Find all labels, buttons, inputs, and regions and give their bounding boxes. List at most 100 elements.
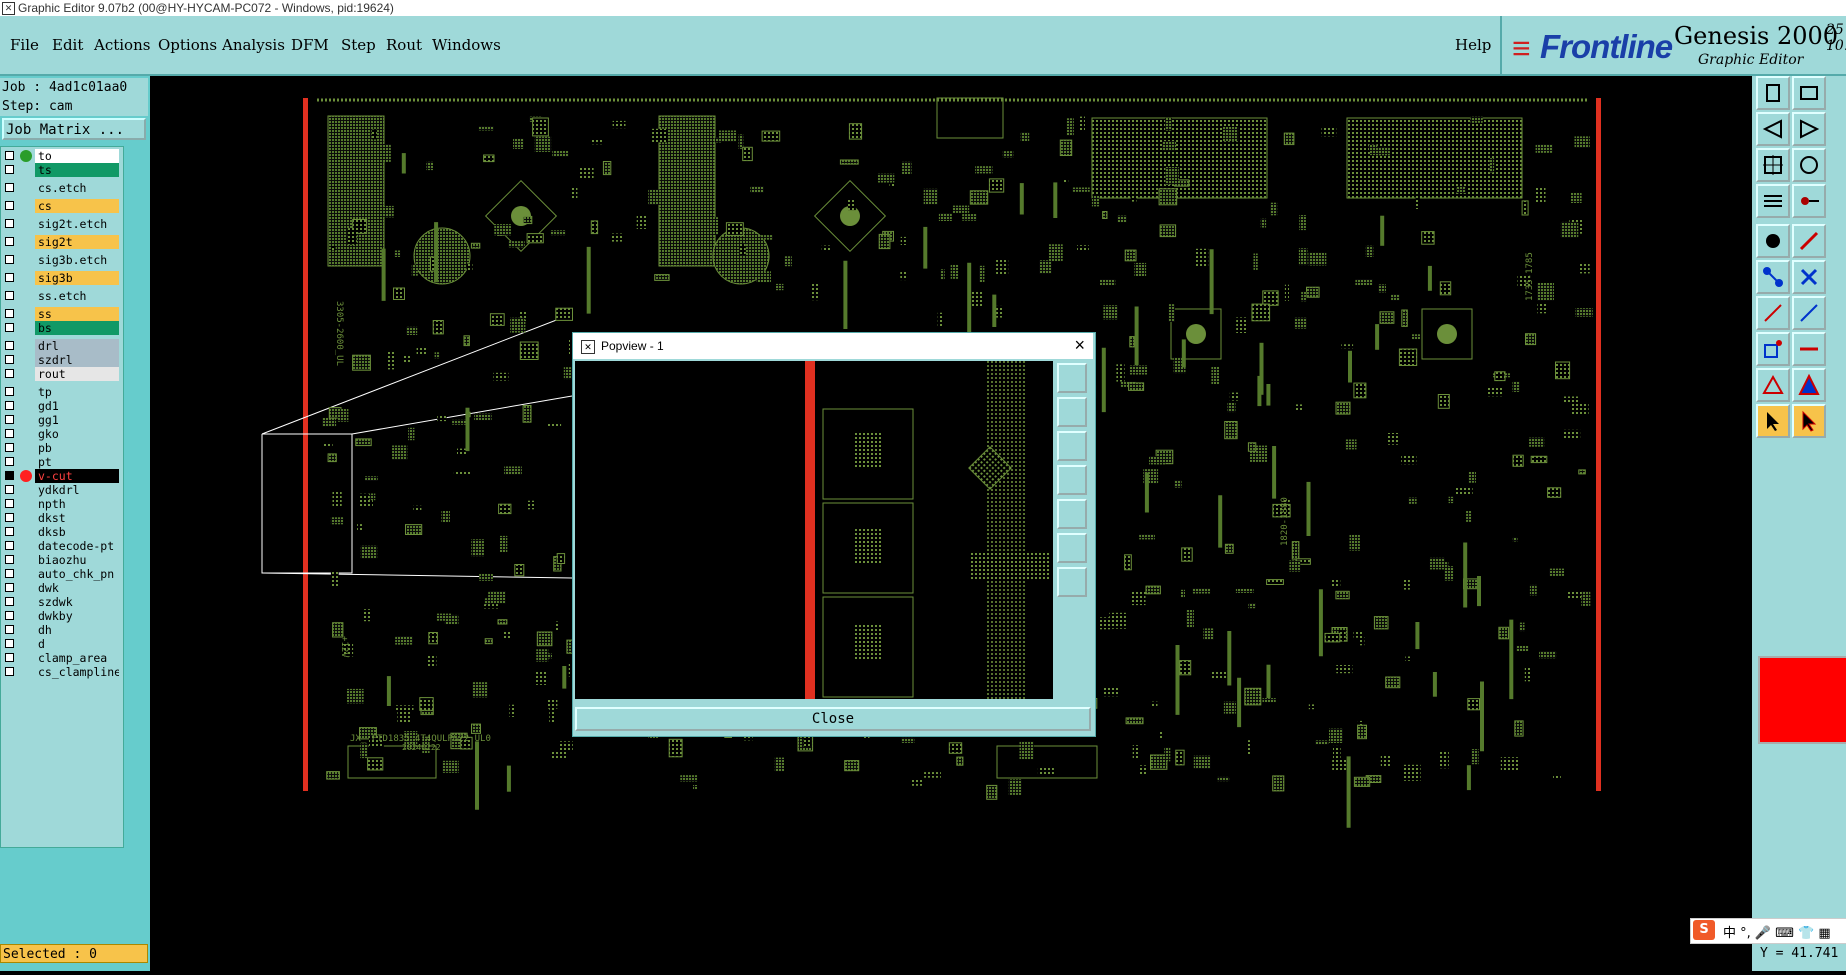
layer-checkbox[interactable]	[5, 165, 14, 174]
layer-row[interactable]: d	[1, 637, 123, 651]
select-alt-button[interactable]	[1792, 404, 1826, 438]
layer-row[interactable]: gd1	[1, 399, 123, 413]
layer-row[interactable]: pb	[1, 441, 123, 455]
layer-row[interactable]: auto_chk_pn	[1, 567, 123, 581]
layer-checkbox[interactable]	[5, 183, 14, 192]
popview-canvas[interactable]	[575, 361, 1053, 699]
layer-row[interactable]: sig2t.etch	[1, 217, 123, 231]
layer-row[interactable]: dh	[1, 623, 123, 637]
layer-name[interactable]: sig3b.etch	[35, 253, 119, 267]
layer-checkbox[interactable]	[5, 255, 14, 264]
pan-left-button[interactable]	[1756, 112, 1790, 146]
layer-name[interactable]: gg1	[35, 413, 119, 427]
layer-row[interactable]: to	[1, 149, 123, 163]
layer-name[interactable]: cs	[35, 199, 119, 213]
layer-checkbox[interactable]	[5, 485, 14, 494]
layer-name[interactable]: sig2t	[35, 235, 119, 249]
layer-row[interactable]: bs	[1, 321, 123, 335]
layer-checkbox[interactable]	[5, 401, 14, 410]
layer-name[interactable]: clamp_area	[35, 651, 119, 665]
layer-name[interactable]: auto_chk_pn	[35, 567, 119, 581]
layer-name[interactable]: biaozhu	[35, 553, 119, 567]
layer-row[interactable]: sig3b.etch	[1, 253, 123, 267]
layer-checkbox[interactable]	[5, 201, 14, 210]
menu-step[interactable]: Step	[341, 36, 376, 54]
ime-status[interactable]: 中 °, 🎤 ⌨ 👕 ▦	[1723, 922, 1831, 941]
layer-name[interactable]: tp	[35, 385, 119, 399]
popview-center-button[interactable]	[1057, 567, 1087, 597]
layer-name[interactable]: ts	[35, 163, 119, 177]
layer-checkbox[interactable]	[5, 569, 14, 578]
popview-zoom-window-button[interactable]	[1057, 363, 1087, 393]
layer-checkbox[interactable]	[5, 583, 14, 592]
menu-options[interactable]: Options	[158, 36, 217, 54]
select-pointer-button[interactable]	[1756, 404, 1790, 438]
layer-name[interactable]: cs_clampline	[35, 665, 119, 679]
layer-row[interactable]: cs_clampline	[1, 665, 123, 679]
menu-help[interactable]: Help	[1455, 36, 1491, 54]
layer-name[interactable]: szdwk	[35, 595, 119, 609]
layer-checkbox[interactable]	[5, 219, 14, 228]
layer-checkbox[interactable]	[5, 597, 14, 606]
layer-checkbox[interactable]	[5, 355, 14, 364]
pan-right-button[interactable]	[1792, 112, 1826, 146]
popview-pan-right-button[interactable]	[1057, 499, 1087, 529]
layer-row[interactable]: tp	[1, 385, 123, 399]
layer-row[interactable]: pt	[1, 455, 123, 469]
layer-name[interactable]: v-cut	[35, 469, 119, 483]
rect-tool-button[interactable]	[1756, 332, 1790, 366]
layer-row[interactable]: datecode-pt	[1, 539, 123, 553]
layer-name[interactable]: datecode-pt	[35, 539, 119, 553]
menu-edit[interactable]: Edit	[52, 36, 83, 54]
layer-row[interactable]: cs.etch	[1, 181, 123, 195]
menu-dfm[interactable]: DFM	[291, 36, 329, 54]
line-tool-button[interactable]	[1792, 224, 1826, 258]
layer-name[interactable]: rout	[35, 367, 119, 381]
zoom-home-button[interactable]	[1756, 76, 1790, 110]
layer-row[interactable]: sig2t	[1, 235, 123, 249]
layer-row[interactable]: biaozhu	[1, 553, 123, 567]
layer-name[interactable]: pt	[35, 455, 119, 469]
popview-zoom-out-button[interactable]	[1057, 431, 1087, 461]
layer-name[interactable]: cs.etch	[35, 181, 119, 195]
popview-zoom-in-button[interactable]	[1057, 397, 1087, 427]
cross-tool-button[interactable]	[1792, 260, 1826, 294]
layer-checkbox[interactable]	[5, 387, 14, 396]
layer-name[interactable]: szdrl	[35, 353, 119, 367]
layer-row[interactable]: ss	[1, 307, 123, 321]
layer-name[interactable]: ydkdrl	[35, 483, 119, 497]
layer-checkbox[interactable]	[5, 541, 14, 550]
layer-row[interactable]: gg1	[1, 413, 123, 427]
menu-file[interactable]: File	[10, 36, 39, 54]
ime-toolbar[interactable]: S 中 °, 🎤 ⌨ 👕 ▦	[1690, 918, 1846, 944]
layer-name[interactable]: pb	[35, 441, 119, 455]
layer-name[interactable]: drl	[35, 339, 119, 353]
layer-name[interactable]: dkst	[35, 511, 119, 525]
layer-checkbox[interactable]	[5, 555, 14, 564]
layer-checkbox[interactable]	[5, 457, 14, 466]
layer-row[interactable]: cs	[1, 199, 123, 213]
layer-row[interactable]: dkst	[1, 511, 123, 525]
popview-titlebar[interactable]: ✕ Popview - 1 ×	[573, 333, 1093, 359]
layer-row[interactable]: clamp_area	[1, 651, 123, 665]
triangle-tool-button[interactable]	[1756, 368, 1790, 402]
layer-row[interactable]: v-cut	[1, 469, 123, 483]
popview-close-button[interactable]: Close	[575, 707, 1091, 731]
zoom-fit-button[interactable]	[1756, 148, 1790, 182]
layer-name[interactable]: dwk	[35, 581, 119, 595]
layer-name[interactable]: to	[35, 149, 119, 163]
layer-row[interactable]: dksb	[1, 525, 123, 539]
layer-checkbox[interactable]	[5, 527, 14, 536]
layer-checkbox[interactable]	[5, 273, 14, 282]
layer-row[interactable]: szdwk	[1, 595, 123, 609]
layer-row[interactable]: ydkdrl	[1, 483, 123, 497]
layer-checkbox[interactable]	[5, 471, 14, 480]
color-swatch[interactable]	[1758, 656, 1846, 744]
menu-rout[interactable]: Rout	[386, 36, 422, 54]
sogou-logo-icon[interactable]: S	[1693, 920, 1715, 940]
layer-row[interactable]: ss.etch	[1, 289, 123, 303]
layer-checkbox[interactable]	[5, 429, 14, 438]
layer-checkbox[interactable]	[5, 513, 14, 522]
layer-name[interactable]: ss	[35, 307, 119, 321]
layer-row[interactable]: gko	[1, 427, 123, 441]
